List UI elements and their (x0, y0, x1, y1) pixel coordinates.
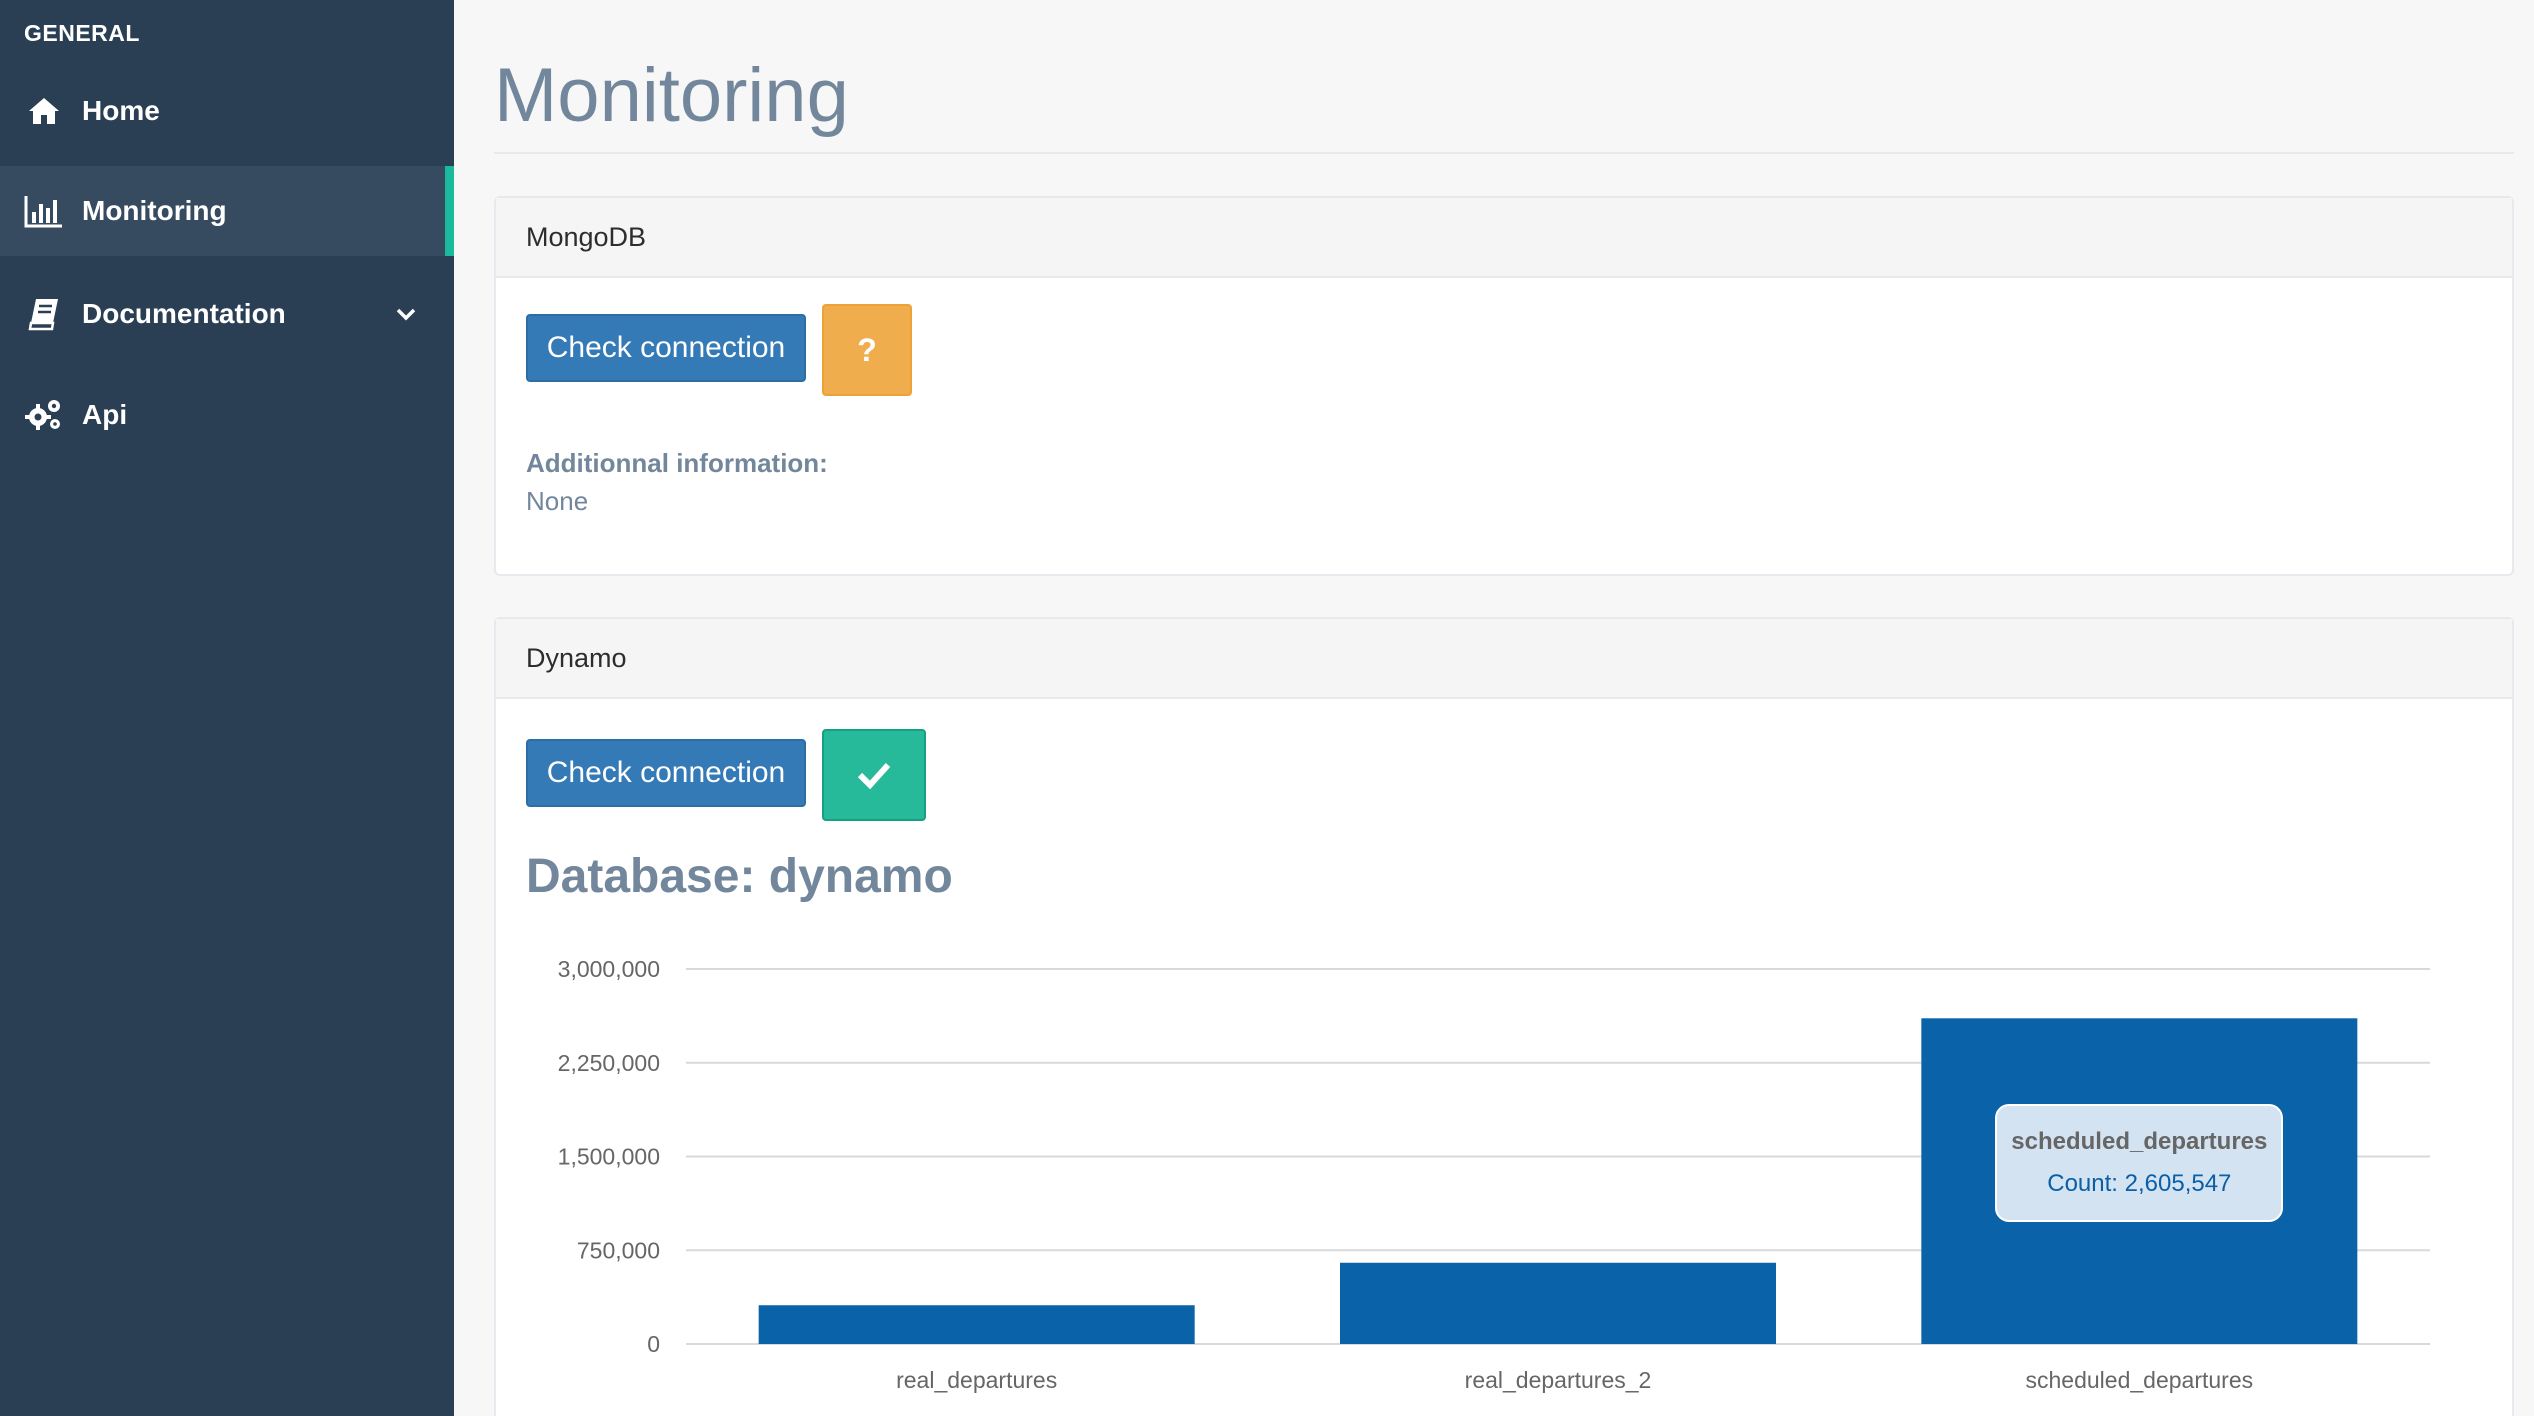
sidebar-item-label: Monitoring (82, 195, 227, 226)
gears-icon (24, 395, 64, 435)
panel-header: MongoDB (496, 198, 2512, 278)
x-tick-label: scheduled_departures (2026, 1367, 2254, 1393)
sidebar-heading: GENERAL (24, 20, 140, 46)
sidebar-item-monitoring[interactable]: Monitoring (0, 166, 454, 256)
home-icon (24, 91, 64, 131)
sidebar-item-api[interactable]: Api (0, 370, 454, 460)
y-tick-label: 1,500,000 (558, 1144, 660, 1170)
sidebar-item-label: Api (82, 399, 128, 430)
tooltip-title: scheduled_departures (2011, 1127, 2268, 1155)
x-tick-label: real_departures_2 (1465, 1367, 1652, 1393)
bar-real-departures[interactable] (758, 1305, 1195, 1344)
chart-tooltip: scheduled_departures Count: 2,605,547 (1995, 1103, 2284, 1222)
sidebar: GENERAL Home Monitoring Documentation Ap… (0, 0, 454, 1416)
y-tick-label: 3,000,000 (558, 956, 660, 982)
sidebar-item-label: Home (82, 95, 160, 126)
mongodb-panel: MongoDB Check connection ? Additionnal i… (494, 196, 2514, 576)
panel-header: Dynamo (496, 619, 2512, 699)
mongodb-check-connection-button[interactable]: Check connection (526, 314, 806, 382)
divider (494, 152, 2514, 154)
bar-chart-icon (24, 191, 64, 231)
y-tick-label: 2,250,000 (558, 1050, 660, 1076)
dynamo-panel: Dynamo Check connection Database: dynamo… (494, 617, 2514, 1416)
x-tick-label: real_departures (896, 1367, 1057, 1393)
count-bar-chart: 0 750,000 1,500,000 2,250,000 3,000,000 real_… (558, 956, 2430, 1393)
additional-info-value: None (526, 486, 589, 516)
question-icon: ? (857, 331, 877, 368)
page-title: Monitoring (494, 53, 849, 138)
book-icon (24, 294, 64, 334)
y-tick-label: 0 (647, 1331, 660, 1357)
sidebar-item-home[interactable]: Home (0, 66, 454, 156)
sidebar-item-documentation[interactable]: Documentation (0, 269, 454, 359)
mongodb-status-indicator: ? (822, 304, 912, 396)
y-tick-label: 750,000 (577, 1237, 660, 1263)
bar-real-departures-2[interactable] (1340, 1262, 1776, 1344)
additional-info-label: Additionnal information: (526, 448, 828, 478)
tooltip-value: Count: 2,605,547 (2047, 1169, 2232, 1197)
chevron-down-icon[interactable] (394, 302, 418, 326)
sidebar-item-label: Documentation (82, 298, 286, 329)
